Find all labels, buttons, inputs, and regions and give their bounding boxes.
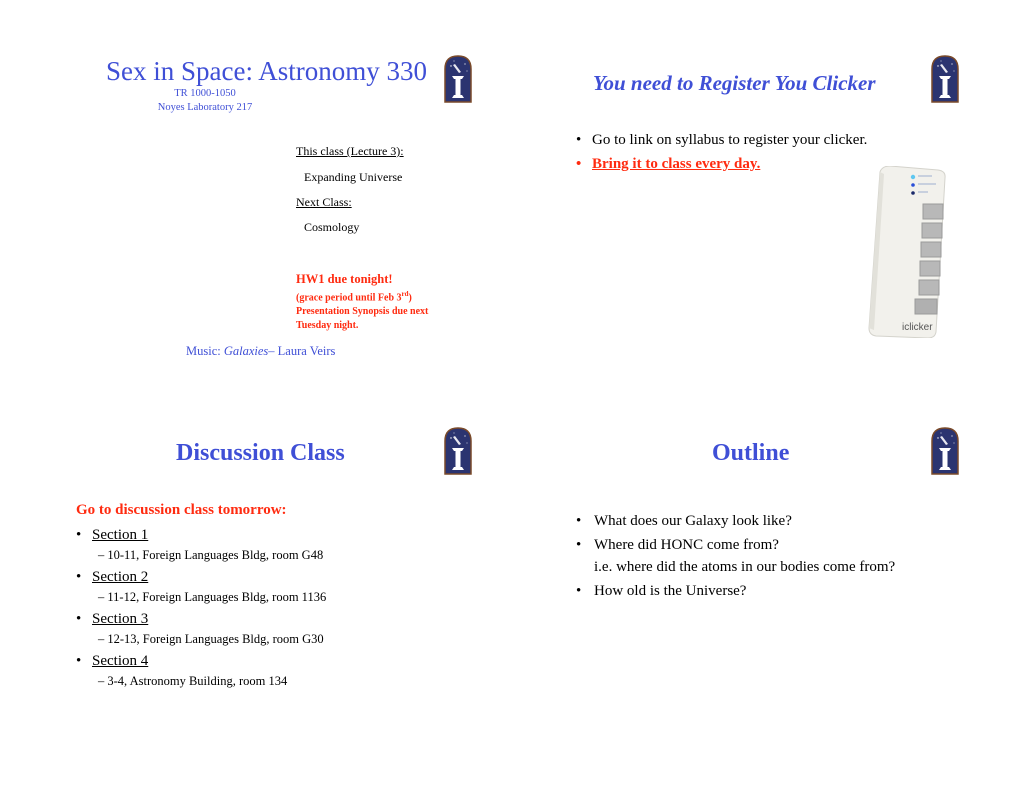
hw-headline: HW1 due tonight! [296,272,393,286]
bullet-text: Go to link on syllabus to register your … [592,132,868,148]
bullet-text: What does our Galaxy look like? [594,513,792,529]
list-item: • How old is the Universe? [576,580,895,602]
this-class-topic: Expanding Universe [304,170,403,184]
bullet-list: • Go to link on syllabus to register your… [576,128,867,176]
music-label: Music: [186,344,224,358]
section-detail: – 11-12, Foreign Languages Bldg, room 11… [76,586,326,608]
section-detail-text: 10-11, Foreign Languages Bldg, room G48 [107,548,324,562]
section-detail: – 10-11, Foreign Languages Bldg, room G4… [76,544,326,566]
outline-list: • What does our Galaxy look like? • Where … [576,510,895,604]
list-item: • Section 3 [76,608,326,630]
slide-course-intro: Sex in Space: Astronomy 330 TR 1000-1050… [30,40,510,400]
list-item: • What does our Galaxy look like? [576,510,895,532]
section-list: • Section 1 – 10-11, Foreign Languages Bl… [76,524,326,692]
iclicker-image: iclicker [866,165,946,339]
bullet-icon: • [576,583,582,599]
university-logo-icon [931,427,959,475]
dash-icon: – [98,674,105,688]
bullet-text: Where did HONC come from? [594,537,779,553]
slide-title: Discussion Class [176,440,345,466]
slide-title: You need to Register You Clicker [593,71,876,95]
section-detail-text: 12-13, Foreign Languages Bldg, room G30 [107,632,324,646]
hw-synopsis-line1: Presentation Synopsis due next [296,306,429,318]
bullet-icon: • [76,569,82,585]
discussion-lead: Go to discussion class tomorrow: [76,502,287,518]
section-detail: – 3-4, Astronomy Building, room 134 [76,670,326,692]
section-label: Section 3 [92,611,149,627]
section-detail-text: 11-12, Foreign Languages Bldg, room 1136 [107,590,327,604]
slide-register-clicker: You need to Register You Clicker • Go to … [510,40,990,400]
slide-discussion-class: Discussion Class Go to discussion class … [30,410,510,770]
clicker-brand: iclicker [902,322,933,333]
university-logo-icon [444,427,472,475]
bullet-icon: • [76,653,82,669]
section-detail: – 12-13, Foreign Languages Bldg, room G3… [76,628,326,650]
university-logo-icon [931,55,959,103]
homework-notice: HW1 due tonight! (grace period until Feb… [296,272,428,333]
hw-grace-text: (grace period until Feb 3 [296,292,402,304]
bullet-text: How old is the Universe? [594,583,747,599]
list-item: • Bring it to class every day. [576,152,867,176]
slide-title: Sex in Space: Astronomy 330 [106,56,427,86]
hw-synopsis-line2: Tuesday night. [296,320,359,332]
dash-icon: – [98,548,105,562]
music-artist: – Laura Veirs [268,344,336,358]
list-item: • Go to link on syllabus to register your… [576,128,867,152]
slide-title: Outline [712,440,790,466]
section-label: Section 2 [92,569,149,585]
bullet-icon: • [576,156,582,172]
music-title: Galaxies [223,344,269,358]
bullet-text: Bring it to class every day. [592,156,761,172]
next-class-topic: Cosmology [304,220,360,234]
dash-icon: – [98,632,105,646]
hw-grace-sup: rd [401,290,409,298]
class-location: Noyes Laboratory 217 [157,102,253,113]
bullet-icon: • [576,132,582,148]
music-credit: Music: Galaxies– Laura Veirs [186,344,335,359]
bullet-icon: • [76,611,82,627]
dash-icon: – [98,590,105,604]
next-class-label: Next Class: [296,195,352,209]
bullet-icon: • [576,537,582,553]
list-item: • Section 1 [76,524,326,546]
bullet-icon: • [576,513,582,529]
this-class-label: This class (Lecture 3): [296,144,404,158]
list-item: • Section 2 [76,566,326,588]
hw-grace-period: (grace period until Feb 3rd) [296,287,428,305]
slide-outline: Outline • What does our Galaxy look like?… [510,410,990,770]
section-label: Section 1 [92,527,149,543]
university-logo-icon [444,55,472,103]
bullet-icon: • [76,527,82,543]
list-item: • Section 4 [76,650,326,672]
bullet-subtext: i.e. where did the atoms in our bodies c… [594,559,896,575]
list-item: • Where did HONC come from? i.e. where did… [576,534,895,578]
class-time: TR 1000-1050 [174,88,236,99]
section-label: Section 4 [92,653,149,669]
hw-grace-close: ) [408,292,412,304]
section-detail-text: 3-4, Astronomy Building, room 134 [107,674,288,688]
